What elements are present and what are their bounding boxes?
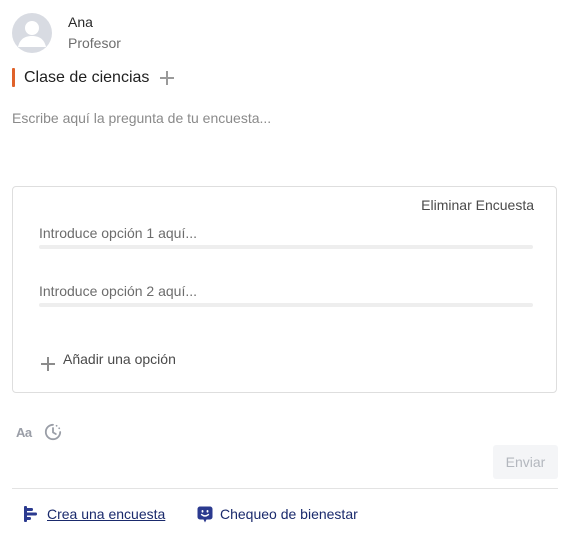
option-underline — [39, 245, 533, 249]
option-underline — [39, 303, 533, 307]
user-silhouette-icon — [18, 21, 46, 47]
plus-icon[interactable] — [158, 69, 176, 87]
poll-bars-icon[interactable] — [24, 506, 38, 522]
class-name[interactable]: Clase de ciencias — [24, 69, 149, 87]
poll-composer: Ana Profesor Clase de ciencias Eliminar … — [0, 0, 570, 542]
poll-question-input[interactable] — [12, 110, 552, 166]
send-button[interactable]: Enviar — [493, 445, 558, 479]
divider — [12, 488, 558, 489]
class-color-bar — [12, 68, 15, 87]
smile-face-icon[interactable] — [197, 506, 213, 523]
add-option-label: Añadir una opción — [63, 351, 176, 367]
poll-option-1-input[interactable] — [39, 223, 533, 243]
text-format-button[interactable]: Aa — [16, 425, 32, 440]
wellbeing-check-link[interactable]: Chequeo de bienestar — [220, 506, 358, 522]
poll-option — [39, 223, 533, 249]
poll-option-2-input[interactable] — [39, 281, 533, 301]
delete-poll-button[interactable]: Eliminar Encuesta — [421, 197, 534, 213]
create-poll-link[interactable]: Crea una encuesta — [47, 506, 165, 522]
plus-icon — [41, 357, 55, 371]
user-role: Profesor — [68, 35, 121, 51]
poll-options-card: Eliminar Encuesta Añadir una opción — [12, 186, 557, 393]
clock-icon[interactable] — [44, 423, 62, 441]
poll-option — [39, 281, 533, 307]
user-name: Ana — [68, 14, 93, 30]
avatar — [12, 13, 52, 53]
